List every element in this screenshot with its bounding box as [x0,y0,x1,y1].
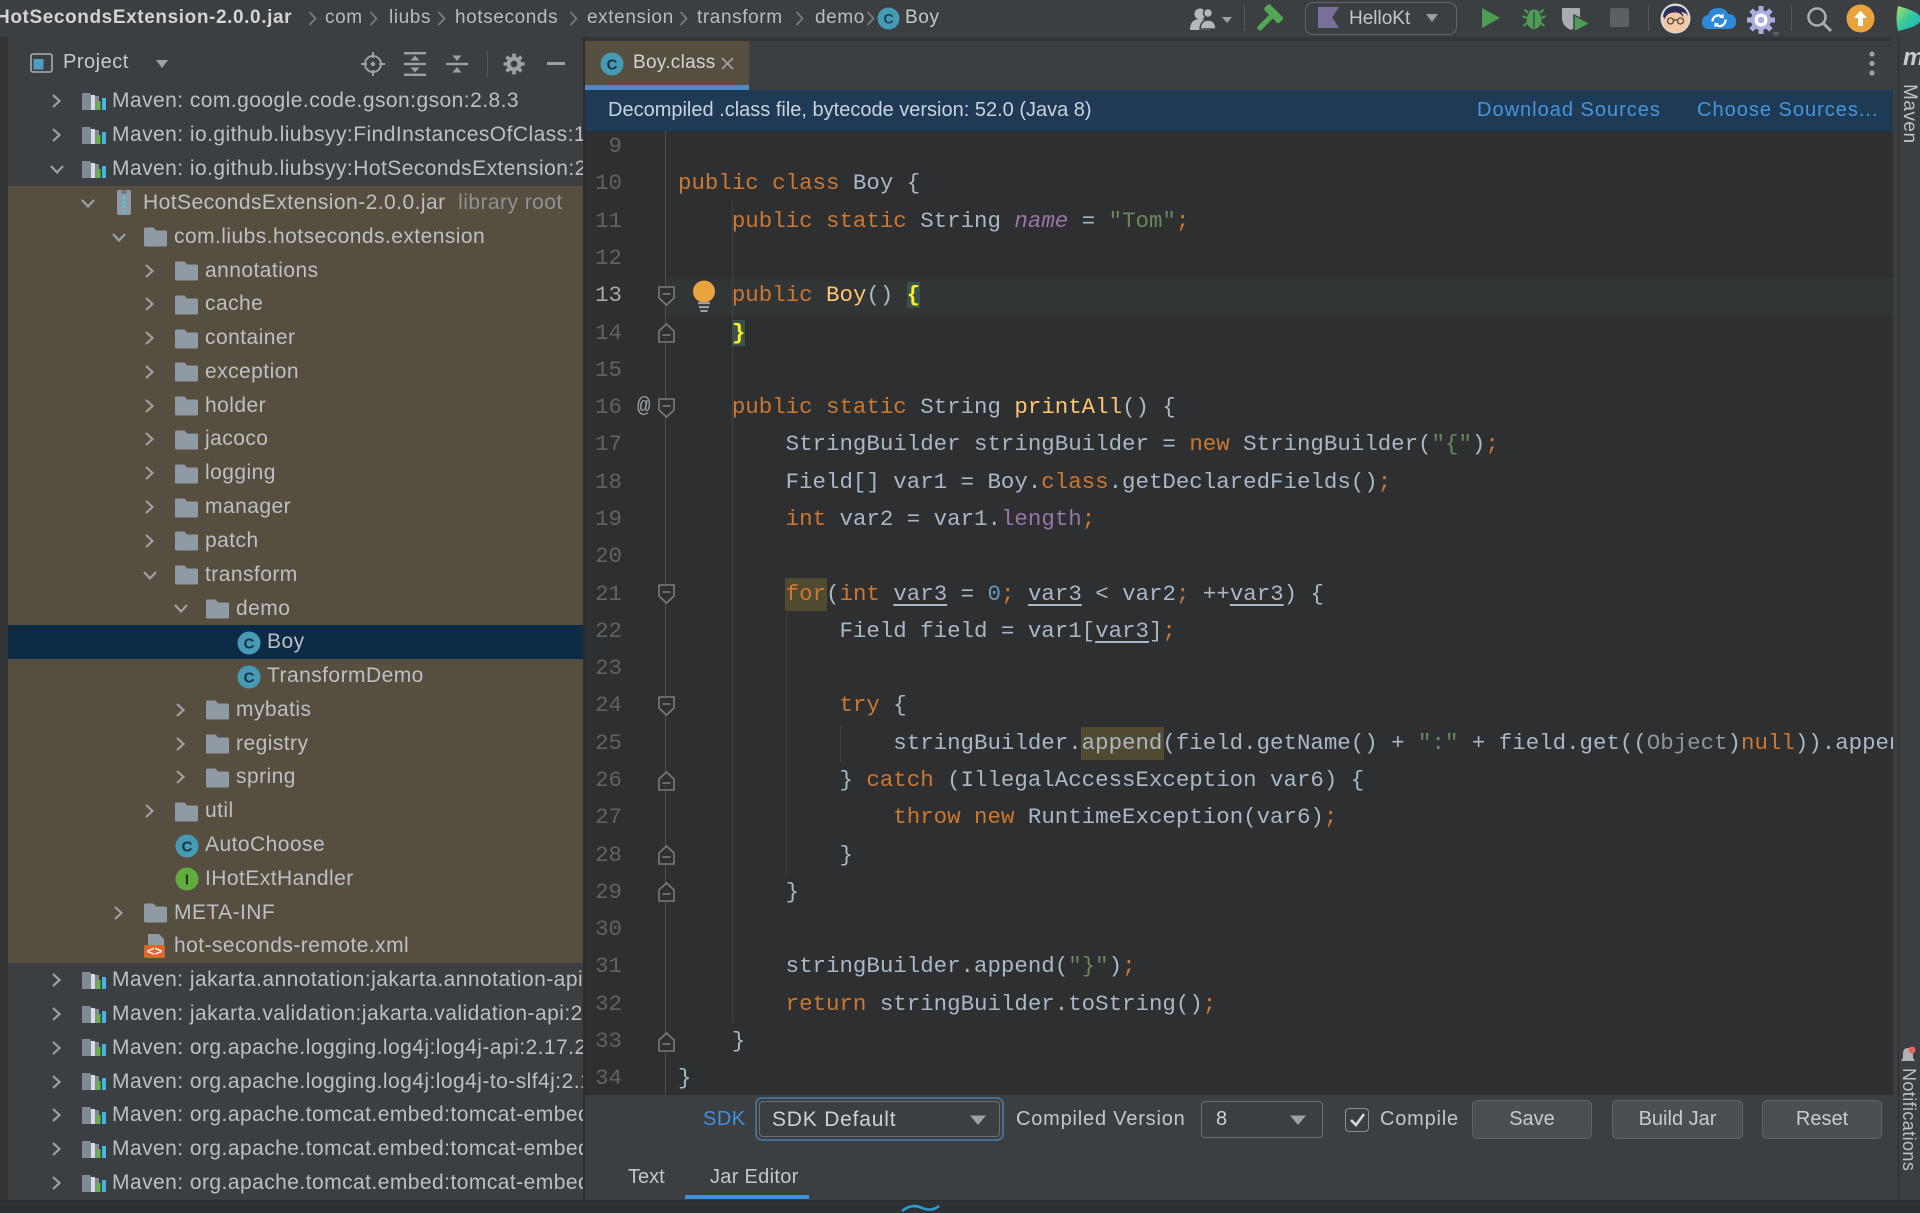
svg-text:<>: <> [147,945,163,960]
svg-text:C: C [182,839,193,856]
svg-text:C: C [883,11,893,27]
svg-text:C: C [244,670,255,687]
svg-text:I: I [185,872,189,889]
svg-text:C: C [244,636,255,653]
svg-text:C: C [607,57,618,74]
